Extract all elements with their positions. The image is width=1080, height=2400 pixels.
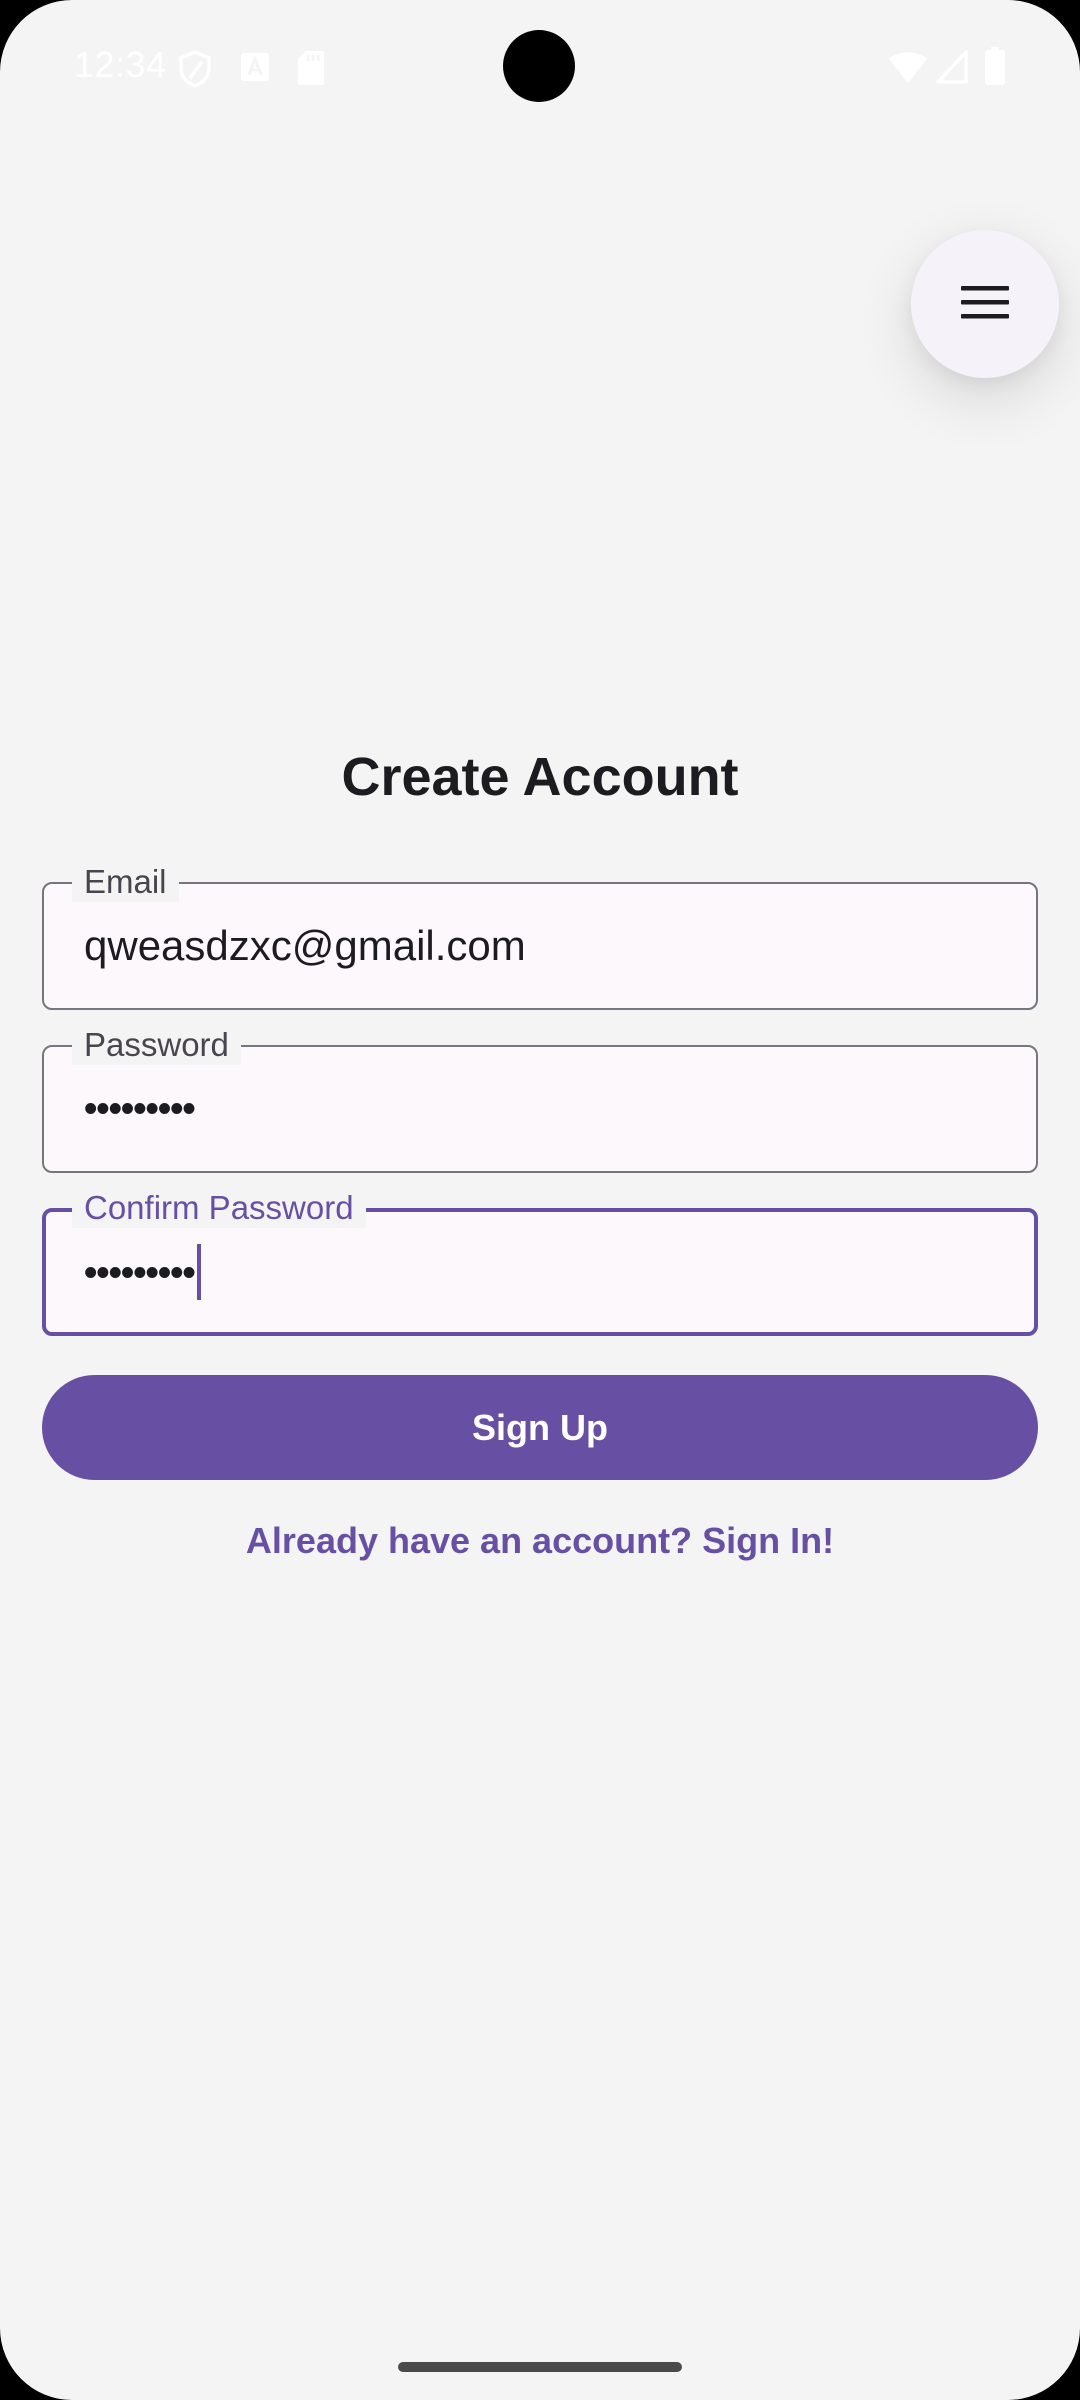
- menu-button[interactable]: [911, 230, 1059, 378]
- status-bar: 12:34: [0, 0, 1080, 130]
- password-value: •••••••••: [84, 1088, 196, 1130]
- confirm-password-input: •••••••••: [84, 1212, 201, 1334]
- password-field[interactable]: Password •••••••••: [42, 1025, 1038, 1173]
- battery-icon: [984, 46, 1006, 91]
- status-time: 12:34: [74, 44, 167, 85]
- sign-up-button[interactable]: Sign Up: [42, 1375, 1038, 1480]
- email-value: qweasdzxc@gmail.com: [84, 922, 526, 969]
- font-a-icon: [240, 52, 270, 87]
- confirm-password-field[interactable]: Confirm Password •••••••••: [42, 1188, 1038, 1336]
- app-screen: 12:34 Create Account Email qweasdzxc@gma…: [0, 0, 1080, 2400]
- text-caret: [196, 1243, 201, 1300]
- sign-in-link[interactable]: Already have an account? Sign In!: [0, 1520, 1080, 1562]
- confirm-password-value: •••••••••: [84, 1252, 196, 1294]
- signal-icon: [936, 50, 968, 89]
- page-title: Create Account: [341, 747, 739, 807]
- wifi-icon: [888, 50, 928, 89]
- front-camera: [503, 30, 575, 102]
- vpn-shield-icon: [178, 50, 212, 93]
- menu-icon: [959, 282, 1011, 327]
- home-indicator[interactable]: [398, 2362, 682, 2372]
- email-field[interactable]: Email qweasdzxc@gmail.com: [42, 862, 1038, 1010]
- sd-card-icon: [296, 50, 326, 91]
